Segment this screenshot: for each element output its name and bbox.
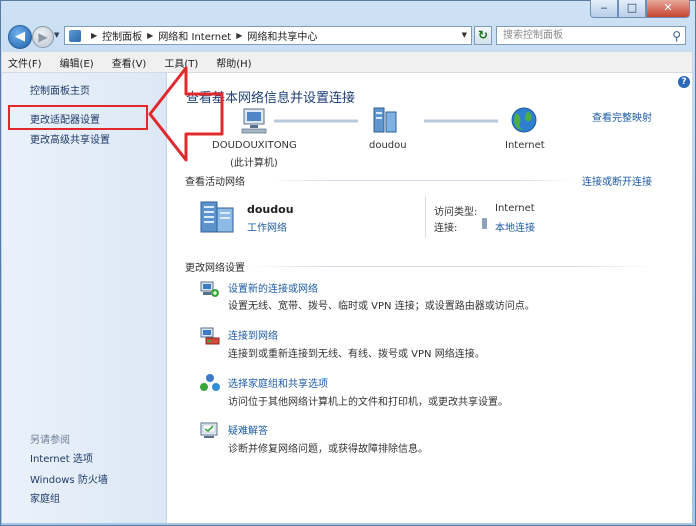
- breadcrumb-item[interactable]: 网络和共享中心: [247, 28, 317, 43]
- map-internet: Internet: [505, 140, 545, 151]
- chevron-right-icon[interactable]: ▶: [236, 31, 242, 40]
- recent-pages-dropdown[interactable]: ▼: [54, 31, 59, 39]
- troubleshoot-icon: [200, 422, 218, 438]
- breadcrumb-item[interactable]: 网络和 Internet: [158, 28, 231, 43]
- homegroup-icon: [200, 374, 220, 391]
- task-homegroup-link[interactable]: 选择家庭组和共享选项: [228, 375, 328, 390]
- menu-edit[interactable]: 编辑(E): [54, 55, 100, 70]
- ethernet-icon: [482, 218, 487, 229]
- see-also-firewall[interactable]: Windows 防火墙: [30, 471, 108, 486]
- task-troubleshoot-link[interactable]: 疑难解答: [228, 422, 268, 437]
- see-also-homegroup[interactable]: 家庭组: [30, 490, 60, 505]
- help-icon[interactable]: ?: [678, 76, 690, 88]
- window-controls: ‒ □ ✕: [590, 0, 690, 18]
- task-troubleshoot-desc: 诊断并修复网络问题，或获得故障排除信息。: [228, 444, 428, 455]
- task-homegroup-desc: 访问位于其他网络计算机上的文件和打印机，或更改共享设置。: [228, 397, 508, 408]
- search-placeholder: 搜索控制面板: [503, 30, 563, 41]
- see-also-internet-options[interactable]: Internet 选项: [30, 450, 93, 465]
- map-computer-sub: (此计算机): [230, 158, 278, 169]
- chevron-right-icon: ▶: [91, 31, 98, 40]
- sidebar-item-advanced-sharing[interactable]: 更改高级共享设置: [30, 131, 110, 146]
- sidebar-item-adapter-settings[interactable]: 更改适配器设置: [30, 111, 100, 126]
- active-network-name: doudou: [247, 203, 294, 216]
- minimize-button[interactable]: ‒: [590, 0, 618, 18]
- divider: [248, 266, 653, 267]
- sidebar-item-home[interactable]: 控制面板主页: [30, 82, 90, 97]
- breadcrumb-item[interactable]: 控制面板: [102, 28, 142, 43]
- task-connect-network-desc: 连接到或重新连接到无线、有线、拨号或 VPN 网络连接。: [228, 349, 485, 360]
- annotation-arrow: [148, 66, 224, 162]
- change-settings-heading: 更改网络设置: [185, 263, 245, 274]
- local-connection-link[interactable]: 本地连接: [495, 219, 535, 234]
- search-icon[interactable]: ⚲: [672, 28, 681, 45]
- connection-label: 连接:: [434, 223, 458, 234]
- task-connect-network-link[interactable]: 连接到网络: [228, 327, 278, 342]
- refresh-icon: ↻: [477, 28, 489, 42]
- control-panel-icon: [69, 29, 81, 42]
- access-type-label: 访问类型:: [434, 207, 478, 218]
- menu-bar: 文件(F) 编辑(E) 查看(V) 工具(T) 帮助(H): [2, 52, 692, 73]
- divider: [270, 180, 575, 181]
- address-bar[interactable]: ▶ 控制面板 ▶ 网络和 Internet ▶ 网络和共享中心 ▼: [64, 26, 472, 45]
- menu-file[interactable]: 文件(F): [2, 55, 48, 70]
- map-network-name: doudou: [369, 140, 407, 151]
- building-network-icon: [200, 201, 234, 233]
- network-icon: [373, 107, 397, 133]
- new-connection-icon: [200, 281, 219, 297]
- computer-icon: [241, 108, 267, 134]
- forward-arrow-icon: ▶: [38, 30, 48, 44]
- task-setup-connection-desc: 设置无线、宽带、拨号、临时或 VPN 连接；或设置路由器或访问点。: [228, 301, 535, 312]
- globe-icon: [511, 107, 537, 133]
- close-button[interactable]: ✕: [646, 0, 690, 18]
- vertical-divider: [425, 196, 426, 238]
- search-input[interactable]: 搜索控制面板 ⚲: [496, 26, 686, 45]
- view-full-map-link[interactable]: 查看完整映射: [592, 109, 652, 124]
- address-dropdown-icon[interactable]: ▼: [462, 31, 467, 39]
- chevron-right-icon[interactable]: ▶: [147, 31, 153, 40]
- back-arrow-icon: ◀: [15, 29, 25, 44]
- see-also-heading: 另请参阅: [30, 435, 70, 446]
- refresh-button[interactable]: ↻: [474, 26, 492, 45]
- connect-disconnect-link[interactable]: 连接或断开连接: [582, 173, 652, 188]
- access-type-value: Internet: [495, 203, 535, 214]
- back-button[interactable]: ◀: [8, 25, 32, 49]
- network-map-graphic: [241, 107, 537, 134]
- maximize-button[interactable]: □: [618, 0, 646, 18]
- connect-network-icon: [200, 327, 220, 345]
- menu-view[interactable]: 查看(V): [106, 55, 153, 70]
- active-networks-heading: 查看活动网络: [185, 177, 245, 188]
- forward-button[interactable]: ▶: [32, 26, 54, 48]
- network-type-link[interactable]: 工作网络: [247, 219, 287, 234]
- task-setup-connection-link[interactable]: 设置新的连接或网络: [228, 280, 318, 295]
